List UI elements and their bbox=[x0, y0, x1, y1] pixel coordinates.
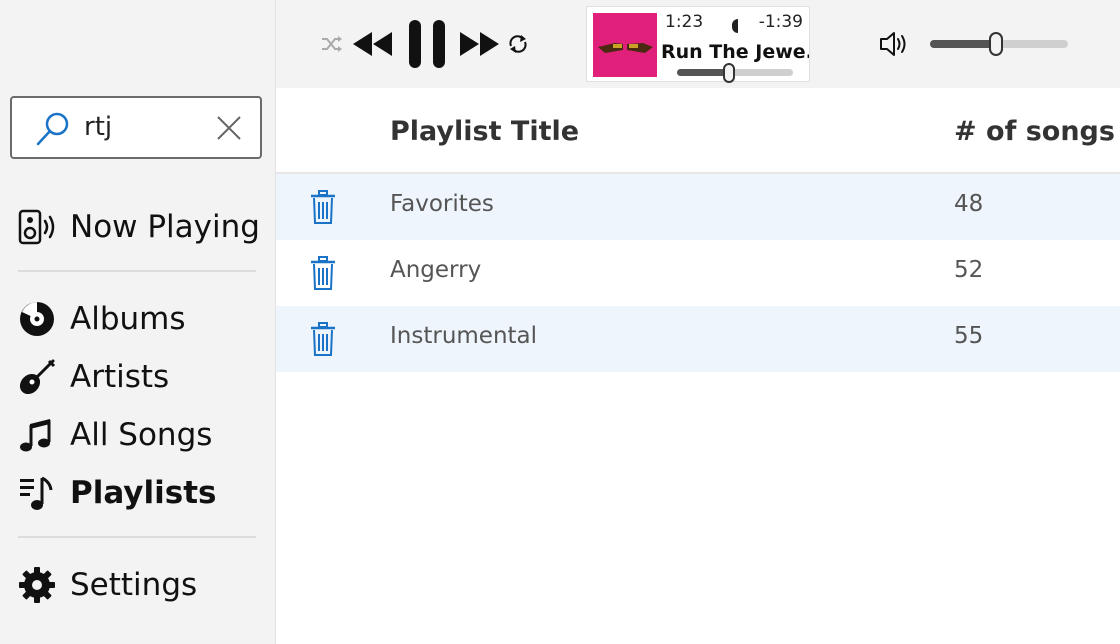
nav-label-all-songs: All Songs bbox=[70, 417, 213, 453]
nav-label-albums: Albums bbox=[70, 301, 186, 337]
playlist-song-count: 52 bbox=[954, 257, 984, 283]
playlist-song-count: 55 bbox=[954, 323, 984, 349]
column-header-count[interactable]: # of songs bbox=[954, 116, 1115, 147]
repeat-icon[interactable] bbox=[506, 32, 530, 56]
nav-label-now-playing: Now Playing bbox=[70, 209, 260, 245]
playlist-title: Instrumental bbox=[390, 323, 538, 349]
remaining-time: -1:39 bbox=[758, 12, 803, 32]
sidebar-divider bbox=[18, 536, 256, 538]
trash-icon[interactable] bbox=[310, 256, 336, 290]
playlist-title: Angerry bbox=[390, 257, 482, 283]
table-row[interactable]: Favorites 48 bbox=[276, 174, 1120, 240]
progress-thumb[interactable] bbox=[723, 63, 736, 83]
elapsed-time: 1:23 bbox=[665, 12, 704, 32]
sidebar: rtj Now Playing Albums Artists All Songs… bbox=[0, 0, 276, 644]
playlist-table: Favorites 48 Angerry 52 Instrumental 55 bbox=[276, 174, 1120, 372]
nav-label-settings: Settings bbox=[70, 567, 198, 603]
nav-item-settings[interactable]: Settings bbox=[16, 560, 266, 610]
speaker-icon bbox=[16, 206, 58, 248]
next-icon[interactable] bbox=[456, 29, 502, 59]
shuffle-icon[interactable] bbox=[320, 32, 344, 56]
playlist-icon bbox=[16, 472, 58, 514]
close-icon[interactable] bbox=[215, 114, 243, 142]
guitar-icon bbox=[16, 356, 58, 398]
table-header: Playlist Title # of songs bbox=[276, 88, 1120, 174]
nav-item-artists[interactable]: Artists bbox=[16, 352, 266, 402]
pause-icon[interactable] bbox=[404, 18, 450, 70]
previous-icon[interactable] bbox=[350, 29, 396, 59]
nav-item-all-songs[interactable]: All Songs bbox=[16, 410, 266, 460]
search-icon bbox=[36, 112, 69, 146]
now-playing-card[interactable]: 1:23 -1:39 Run The Jewe... bbox=[586, 6, 810, 83]
nav-item-now-playing[interactable]: Now Playing bbox=[16, 202, 266, 252]
volume-slider[interactable] bbox=[930, 32, 1068, 56]
gear-icon bbox=[16, 564, 58, 606]
table-row[interactable]: Instrumental 55 bbox=[276, 306, 1120, 372]
table-row[interactable]: Angerry 52 bbox=[276, 240, 1120, 306]
nav-label-artists: Artists bbox=[70, 359, 170, 395]
playlist-title: Favorites bbox=[390, 191, 494, 217]
trash-icon[interactable] bbox=[310, 322, 336, 356]
music-note-icon bbox=[16, 414, 58, 456]
trash-icon[interactable] bbox=[310, 190, 336, 224]
nav-item-albums[interactable]: Albums bbox=[16, 294, 266, 344]
playlist-song-count: 48 bbox=[954, 191, 984, 217]
column-header-title[interactable]: Playlist Title bbox=[390, 116, 579, 147]
volume-fill bbox=[930, 40, 997, 48]
search-input[interactable]: rtj bbox=[84, 112, 112, 142]
transport-controls bbox=[320, 18, 530, 70]
nav-item-playlists[interactable]: Playlists bbox=[16, 468, 266, 518]
vinyl-icon bbox=[16, 298, 58, 340]
volume-icon[interactable] bbox=[878, 28, 910, 60]
progress-slider[interactable] bbox=[677, 63, 793, 83]
progress-fill bbox=[677, 69, 730, 76]
sidebar-divider bbox=[18, 270, 256, 272]
volume-thumb[interactable] bbox=[989, 32, 1004, 56]
search-box[interactable]: rtj bbox=[10, 96, 262, 159]
album-art bbox=[593, 13, 657, 77]
crescent-icon bbox=[732, 19, 738, 33]
track-title: Run The Jewe... bbox=[661, 41, 809, 63]
nav-label-playlists: Playlists bbox=[70, 475, 217, 511]
album-art-hands-icon bbox=[593, 13, 657, 77]
